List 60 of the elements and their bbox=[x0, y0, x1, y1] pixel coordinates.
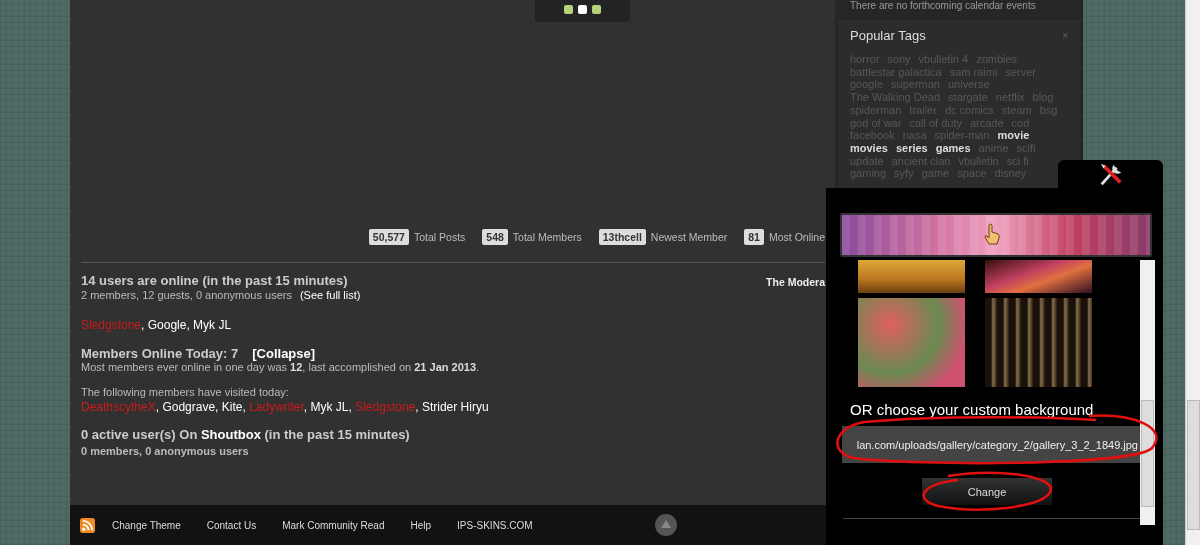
stat-label: Total Posts bbox=[413, 231, 466, 243]
stat-label: Newest Member bbox=[650, 231, 728, 243]
footer-link[interactable]: Change Theme bbox=[112, 519, 181, 531]
calendar-message: There are no forthcoming calendar events bbox=[849, 0, 1037, 12]
change-button[interactable]: Change bbox=[922, 478, 1052, 505]
custom-background-label: OR choose your custom background bbox=[850, 401, 1095, 418]
close-button[interactable]: × bbox=[1062, 30, 1068, 41]
footer-link[interactable]: Mark Community Read bbox=[282, 519, 385, 531]
panel-tab[interactable] bbox=[1058, 160, 1163, 190]
tag-link[interactable]: movies bbox=[850, 141, 888, 155]
see-full-list-link[interactable]: (See full list) bbox=[299, 289, 361, 301]
user-link[interactable]: Ladywriter bbox=[249, 400, 304, 414]
tag-link[interactable]: games bbox=[935, 141, 971, 155]
visited-label: The following members have visited today: bbox=[81, 386, 290, 398]
separator: , bbox=[303, 400, 309, 414]
user-link[interactable]: Sledgstone bbox=[81, 318, 142, 332]
panel-title: Popular Tags bbox=[850, 28, 926, 43]
online-summary: 2 members, 12 guests, 0 anonymous users bbox=[81, 289, 292, 301]
background-thumbnail[interactable] bbox=[858, 260, 965, 293]
user-link[interactable]: DeathscytheX bbox=[81, 400, 156, 414]
hand-cursor-icon bbox=[984, 223, 1000, 245]
separator: , bbox=[348, 400, 353, 414]
scrollbar-thumb[interactable] bbox=[1141, 400, 1154, 507]
moderators-label: The Modera bbox=[766, 276, 825, 290]
pattern-strip[interactable] bbox=[840, 213, 1152, 257]
separator: , bbox=[186, 318, 191, 332]
separator: , bbox=[155, 400, 161, 414]
tag-link[interactable]: series bbox=[895, 141, 928, 155]
stat-value: 81 bbox=[744, 229, 764, 245]
shoutbox-title: 0 active user(s) On Shoutbox (in the past 15 minutes) bbox=[81, 427, 411, 442]
stat-label: Most Online bbox=[768, 231, 825, 243]
shoutbox-summary: 0 members, 0 anonymous users bbox=[81, 445, 250, 457]
separator: , bbox=[215, 400, 220, 414]
stat-value: 548 bbox=[482, 229, 508, 245]
online-title: 14 users are online (in the past 15 minutes) bbox=[81, 273, 349, 288]
url-input-field[interactable]: lan.com/uploads/gallery/category_2/gallery_3_2_1849.jpg bbox=[842, 426, 1140, 463]
tag-link[interactable]: movie bbox=[997, 129, 1030, 142]
scrollbar-thumb[interactable] bbox=[1187, 400, 1200, 530]
rss-icon[interactable] bbox=[80, 517, 95, 533]
separator: , bbox=[242, 400, 247, 414]
footer-link[interactable]: Contact Us bbox=[206, 519, 257, 531]
stat-label: Total Members bbox=[512, 231, 582, 243]
back-to-top-icon[interactable] bbox=[654, 514, 677, 536]
record-text: Most members ever online in one day was 12, last accomplished on 21 Jan 2013. bbox=[81, 361, 481, 373]
user-link[interactable]: Strider Hiryu bbox=[421, 400, 489, 414]
user-link[interactable]: Myk JL bbox=[193, 318, 232, 332]
footer-link[interactable]: IPS-SKINS.COM bbox=[457, 519, 533, 531]
background-thumbnail[interactable] bbox=[985, 298, 1092, 387]
separator: , bbox=[141, 318, 146, 332]
footer-link[interactable]: Help bbox=[410, 519, 432, 531]
stat-value: 13thcell bbox=[598, 229, 646, 245]
scrollbar[interactable] bbox=[1185, 0, 1200, 545]
background-thumbnail[interactable] bbox=[985, 260, 1092, 293]
user-link[interactable]: Myk JL bbox=[310, 400, 349, 414]
members-today-title: Members Online Today: 7 bbox=[81, 346, 239, 361]
scrollbar[interactable] bbox=[1140, 260, 1155, 525]
collapse-link[interactable]: [Collapse] bbox=[252, 346, 316, 361]
stat-value: 50,577 bbox=[368, 229, 409, 245]
separator: , bbox=[415, 400, 420, 414]
background-thumbnail[interactable] bbox=[858, 298, 965, 387]
